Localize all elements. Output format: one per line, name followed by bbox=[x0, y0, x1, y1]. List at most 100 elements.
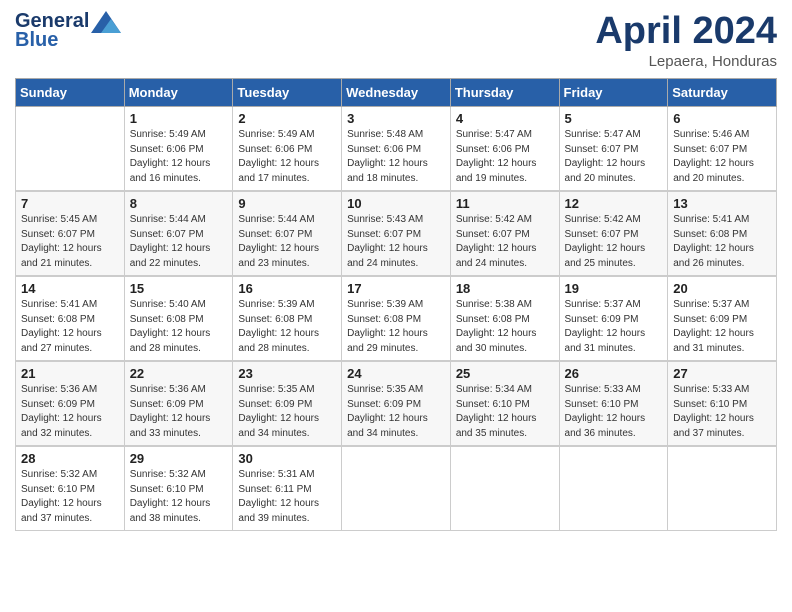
day-info: Sunrise: 5:33 AM Sunset: 6:10 PM Dayligh… bbox=[673, 383, 771, 441]
day-number: 14 bbox=[21, 281, 119, 296]
week-row-3: 14 Sunrise: 5:41 AM Sunset: 6:08 PM Dayli… bbox=[16, 276, 777, 361]
col-header-sunday: Sunday bbox=[16, 79, 125, 107]
day-number: 4 bbox=[456, 111, 554, 126]
day-info: Sunrise: 5:43 AM Sunset: 6:07 PM Dayligh… bbox=[347, 213, 445, 271]
day-number: 9 bbox=[238, 196, 336, 211]
day-info: Sunrise: 5:41 AM Sunset: 6:08 PM Dayligh… bbox=[673, 213, 771, 271]
day-number: 7 bbox=[21, 196, 119, 211]
week-row-1: 1 Sunrise: 5:49 AM Sunset: 6:06 PM Daylig… bbox=[16, 107, 777, 192]
day-cell: 29 Sunrise: 5:32 AM Sunset: 6:10 PM Dayli… bbox=[124, 446, 233, 531]
day-cell bbox=[559, 446, 668, 531]
day-cell: 21Sunrise: 5:36 AM Sunset: 6:09 PM Dayli… bbox=[16, 361, 125, 446]
calendar-header-row: SundayMondayTuesdayWednesdayThursdayFrid… bbox=[16, 79, 777, 107]
day-cell: 12 Sunrise: 5:42 AM Sunset: 6:07 PM Dayli… bbox=[559, 191, 668, 276]
day-info: Sunrise: 5:48 AM Sunset: 6:06 PM Dayligh… bbox=[347, 128, 445, 186]
day-cell: 20Sunrise: 5:37 AM Sunset: 6:09 PM Dayli… bbox=[668, 276, 777, 361]
day-number: 1 bbox=[130, 111, 228, 126]
page-container: General Blue April 2024 Lepaera, Hondura… bbox=[0, 0, 792, 541]
day-cell: 19 Sunrise: 5:37 AM Sunset: 6:09 PM Dayli… bbox=[559, 276, 668, 361]
day-cell: 10 Sunrise: 5:43 AM Sunset: 6:07 PM Dayli… bbox=[342, 191, 451, 276]
day-info: Sunrise: 5:40 AM Sunset: 6:08 PM Dayligh… bbox=[130, 298, 228, 356]
calendar-table: SundayMondayTuesdayWednesdayThursdayFrid… bbox=[15, 78, 777, 531]
day-number: 6 bbox=[673, 111, 771, 126]
day-info: Sunrise: 5:47 AM Sunset: 6:07 PM Dayligh… bbox=[565, 128, 663, 186]
logo-blue: Blue bbox=[15, 29, 58, 52]
day-cell bbox=[342, 446, 451, 531]
day-cell: 2 Sunrise: 5:49 AM Sunset: 6:06 PM Daylig… bbox=[233, 107, 342, 192]
day-number: 15 bbox=[130, 281, 228, 296]
day-number: 26 bbox=[565, 366, 663, 381]
day-info: Sunrise: 5:44 AM Sunset: 6:07 PM Dayligh… bbox=[238, 213, 336, 271]
day-number: 12 bbox=[565, 196, 663, 211]
day-number: 3 bbox=[347, 111, 445, 126]
day-info: Sunrise: 5:41 AM Sunset: 6:08 PM Dayligh… bbox=[21, 298, 119, 356]
day-cell: 1Sunrise: 5:49 AM Sunset: 6:06 PM Daylig… bbox=[124, 107, 233, 192]
week-row-4: 21 Sunrise: 5:36 AM Sunset: 6:09 PM Dayli… bbox=[16, 361, 777, 446]
day-info: Sunrise: 5:42 AM Sunset: 6:07 PM Dayligh… bbox=[456, 213, 554, 271]
day-info: Sunrise: 5:47 AM Sunset: 6:06 PM Dayligh… bbox=[456, 128, 554, 186]
day-number: 27 bbox=[673, 366, 771, 381]
day-cell: 25Sunrise: 5:34 AM Sunset: 6:10 PM Dayli… bbox=[450, 361, 559, 446]
day-cell: 26 Sunrise: 5:33 AM Sunset: 6:10 PM Dayli… bbox=[559, 361, 668, 446]
title-block: April 2024 Lepaera, Honduras bbox=[595, 10, 777, 70]
day-number: 8 bbox=[130, 196, 228, 211]
week-row-5: 28 Sunrise: 5:32 AM Sunset: 6:10 PM Dayli… bbox=[16, 446, 777, 531]
day-cell: 16Sunrise: 5:39 AM Sunset: 6:08 PM Dayli… bbox=[233, 276, 342, 361]
day-number: 17 bbox=[347, 281, 445, 296]
month-title: April 2024 bbox=[595, 10, 777, 53]
col-header-thursday: Thursday bbox=[450, 79, 559, 107]
logo: General Blue bbox=[15, 10, 123, 52]
day-cell: 17 Sunrise: 5:39 AM Sunset: 6:08 PM Dayli… bbox=[342, 276, 451, 361]
day-number: 5 bbox=[565, 111, 663, 126]
day-cell bbox=[450, 446, 559, 531]
day-info: Sunrise: 5:35 AM Sunset: 6:09 PM Dayligh… bbox=[238, 383, 336, 441]
day-cell: 11 Sunrise: 5:42 AM Sunset: 6:07 PM Dayli… bbox=[450, 191, 559, 276]
day-info: Sunrise: 5:39 AM Sunset: 6:08 PM Dayligh… bbox=[238, 298, 336, 356]
day-info: Sunrise: 5:42 AM Sunset: 6:07 PM Dayligh… bbox=[565, 213, 663, 271]
day-cell: 8 Sunrise: 5:44 AM Sunset: 6:07 PM Daylig… bbox=[124, 191, 233, 276]
col-header-friday: Friday bbox=[559, 79, 668, 107]
day-cell: 30Sunrise: 5:31 AM Sunset: 6:11 PM Dayli… bbox=[233, 446, 342, 531]
col-header-wednesday: Wednesday bbox=[342, 79, 451, 107]
day-number: 13 bbox=[673, 196, 771, 211]
day-number: 2 bbox=[238, 111, 336, 126]
day-number: 24 bbox=[347, 366, 445, 381]
day-info: Sunrise: 5:38 AM Sunset: 6:08 PM Dayligh… bbox=[456, 298, 554, 356]
day-number: 20 bbox=[673, 281, 771, 296]
day-number: 22 bbox=[130, 366, 228, 381]
day-info: Sunrise: 5:49 AM Sunset: 6:06 PM Dayligh… bbox=[238, 128, 336, 186]
day-number: 28 bbox=[21, 451, 119, 466]
location: Lepaera, Honduras bbox=[595, 53, 777, 70]
col-header-monday: Monday bbox=[124, 79, 233, 107]
page-header: General Blue April 2024 Lepaera, Hondura… bbox=[15, 10, 777, 70]
day-number: 21 bbox=[21, 366, 119, 381]
day-cell bbox=[16, 107, 125, 192]
day-number: 10 bbox=[347, 196, 445, 211]
day-info: Sunrise: 5:33 AM Sunset: 6:10 PM Dayligh… bbox=[565, 383, 663, 441]
week-row-2: 7Sunrise: 5:45 AM Sunset: 6:07 PM Daylig… bbox=[16, 191, 777, 276]
day-cell: 14 Sunrise: 5:41 AM Sunset: 6:08 PM Dayli… bbox=[16, 276, 125, 361]
col-header-saturday: Saturday bbox=[668, 79, 777, 107]
day-number: 19 bbox=[565, 281, 663, 296]
day-info: Sunrise: 5:36 AM Sunset: 6:09 PM Dayligh… bbox=[130, 383, 228, 441]
day-cell: 28Sunrise: 5:32 AM Sunset: 6:10 PM Dayli… bbox=[16, 446, 125, 531]
day-number: 29 bbox=[130, 451, 228, 466]
day-cell: 4 Sunrise: 5:47 AM Sunset: 6:06 PM Daylig… bbox=[450, 107, 559, 192]
day-number: 18 bbox=[456, 281, 554, 296]
day-cell: 3 Sunrise: 5:48 AM Sunset: 6:06 PM Daylig… bbox=[342, 107, 451, 192]
day-cell: 6 Sunrise: 5:46 AM Sunset: 6:07 PM Daylig… bbox=[668, 107, 777, 192]
logo-icon bbox=[91, 11, 121, 33]
day-info: Sunrise: 5:46 AM Sunset: 6:07 PM Dayligh… bbox=[673, 128, 771, 186]
day-cell: 5 Sunrise: 5:47 AM Sunset: 6:07 PM Daylig… bbox=[559, 107, 668, 192]
day-info: Sunrise: 5:44 AM Sunset: 6:07 PM Dayligh… bbox=[130, 213, 228, 271]
day-cell: 27 Sunrise: 5:33 AM Sunset: 6:10 PM Dayli… bbox=[668, 361, 777, 446]
day-info: Sunrise: 5:39 AM Sunset: 6:08 PM Dayligh… bbox=[347, 298, 445, 356]
day-cell: 9 Sunrise: 5:44 AM Sunset: 6:07 PM Daylig… bbox=[233, 191, 342, 276]
day-info: Sunrise: 5:37 AM Sunset: 6:09 PM Dayligh… bbox=[565, 298, 663, 356]
day-number: 25 bbox=[456, 366, 554, 381]
day-number: 11 bbox=[456, 196, 554, 211]
day-info: Sunrise: 5:32 AM Sunset: 6:10 PM Dayligh… bbox=[130, 468, 228, 526]
day-number: 23 bbox=[238, 366, 336, 381]
day-cell: 13 Sunrise: 5:41 AM Sunset: 6:08 PM Dayli… bbox=[668, 191, 777, 276]
day-cell: 7Sunrise: 5:45 AM Sunset: 6:07 PM Daylig… bbox=[16, 191, 125, 276]
